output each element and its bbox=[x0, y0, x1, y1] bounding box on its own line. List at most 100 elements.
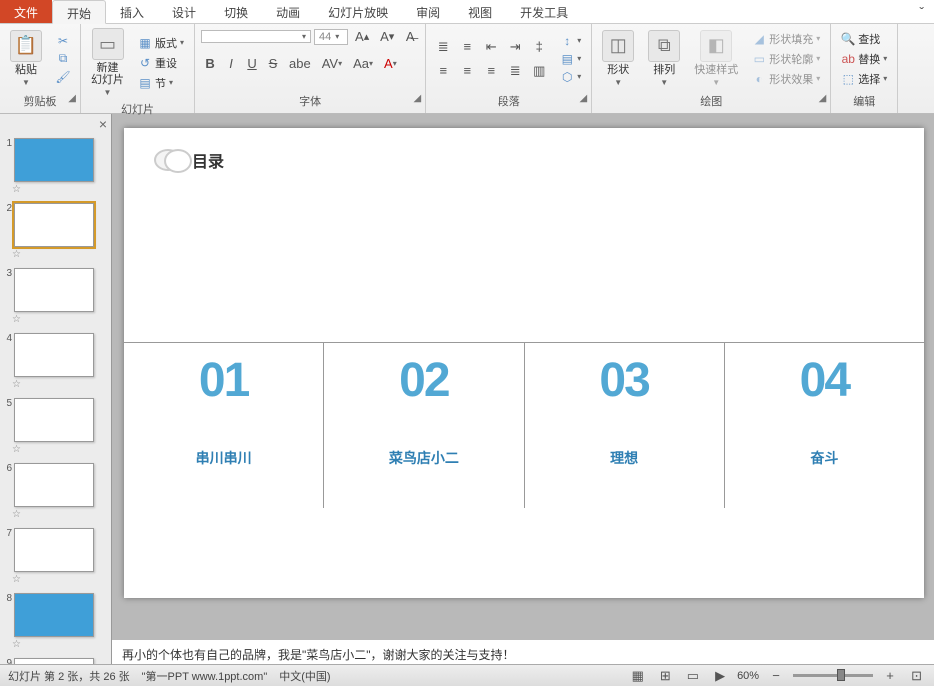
tab-file[interactable]: 文件 bbox=[0, 0, 52, 23]
thumbnail-preview[interactable] bbox=[14, 463, 94, 507]
tab-insert[interactable]: 插入 bbox=[106, 0, 158, 23]
shrink-font-button[interactable]: A▾ bbox=[376, 26, 398, 47]
toc-section[interactable]: 01串川串川 bbox=[124, 343, 324, 508]
toc-section[interactable]: 03理想 bbox=[525, 343, 725, 508]
thumbnail-preview[interactable] bbox=[14, 528, 94, 572]
tab-developer[interactable]: 开发工具 bbox=[506, 0, 582, 23]
tab-home[interactable]: 开始 bbox=[52, 0, 106, 24]
dialog-launcher-icon[interactable]: ◢ bbox=[819, 93, 827, 104]
ribbon-minimize-icon[interactable]: ˇ bbox=[915, 4, 928, 20]
new-slide-button[interactable]: ▭ 新建 幻灯片 ▼ bbox=[87, 26, 128, 99]
font-size-combo[interactable]: 44▾ bbox=[314, 29, 348, 45]
text-direction-button[interactable]: ↕▾ bbox=[556, 33, 585, 49]
replace-button[interactable]: ab替换▾ bbox=[837, 50, 891, 68]
thumbnail-panel[interactable]: × 1☆2☆3☆4☆5☆6☆7☆8☆9☆ bbox=[0, 114, 112, 664]
slide-title[interactable]: 目录 bbox=[192, 148, 224, 172]
thumbnail-item[interactable]: 7 bbox=[0, 524, 111, 574]
copy-button[interactable]: ⧉ bbox=[52, 51, 74, 67]
shape-outline-button[interactable]: ▭形状轮廓▾ bbox=[748, 50, 824, 68]
zoom-out-button[interactable]: − bbox=[767, 665, 785, 686]
animation-indicator-icon[interactable]: ☆ bbox=[12, 249, 111, 260]
dialog-launcher-icon[interactable]: ◢ bbox=[580, 93, 588, 104]
bullets-button[interactable]: ≣ bbox=[432, 36, 454, 58]
numbering-button[interactable]: ≡ bbox=[456, 36, 478, 58]
tab-transitions[interactable]: 切换 bbox=[210, 0, 262, 23]
strike-button[interactable]: S bbox=[264, 53, 282, 74]
clear-format-button[interactable]: A̶ bbox=[401, 26, 419, 47]
animation-indicator-icon[interactable]: ☆ bbox=[12, 184, 111, 195]
dialog-launcher-icon[interactable]: ◢ bbox=[68, 93, 76, 104]
smartart-button[interactable]: ⬡▾ bbox=[556, 69, 585, 85]
thumbnail-item[interactable]: 5 bbox=[0, 394, 111, 444]
notes-pane[interactable]: 再小的个体也有自己的品牌，我是"菜鸟店小二"，谢谢大家的关注与支持！ bbox=[112, 636, 934, 664]
font-color-button[interactable]: A▾ bbox=[380, 53, 401, 74]
zoom-level[interactable]: 60% bbox=[737, 670, 759, 682]
underline-button[interactable]: U bbox=[243, 53, 261, 74]
decrease-indent-button[interactable]: ⇤ bbox=[480, 36, 502, 58]
normal-view-button[interactable]: ▦ bbox=[628, 665, 648, 687]
thumbnail-item[interactable]: 8 bbox=[0, 589, 111, 639]
sorter-view-button[interactable]: ⊞ bbox=[656, 665, 675, 687]
shadow-button[interactable]: abe bbox=[285, 53, 315, 74]
align-center-button[interactable]: ≡ bbox=[456, 60, 478, 82]
fit-button[interactable]: ⊡ bbox=[907, 665, 926, 687]
thumbnail-preview[interactable] bbox=[14, 658, 94, 664]
align-text-button[interactable]: ▤▾ bbox=[556, 51, 585, 67]
format-painter-button[interactable]: 🖌 bbox=[52, 69, 74, 85]
reset-button[interactable]: ↺重设 bbox=[134, 54, 188, 72]
thumbnail-preview[interactable] bbox=[14, 268, 94, 312]
zoom-thumb[interactable] bbox=[837, 669, 845, 681]
dialog-launcher-icon[interactable]: ◢ bbox=[414, 93, 422, 104]
shapes-button[interactable]: ◫形状▼ bbox=[598, 28, 638, 89]
find-button[interactable]: 🔍查找 bbox=[837, 30, 891, 48]
thumbnail-item[interactable]: 3 bbox=[0, 264, 111, 314]
thumbnail-item[interactable]: 4 bbox=[0, 329, 111, 379]
thumbnail-item[interactable]: 9 bbox=[0, 654, 111, 664]
grow-font-button[interactable]: A▴ bbox=[351, 26, 373, 47]
zoom-in-button[interactable]: + bbox=[881, 665, 899, 686]
shape-effects-button[interactable]: ◐形状效果▾ bbox=[748, 70, 824, 88]
animation-indicator-icon[interactable]: ☆ bbox=[12, 379, 111, 390]
change-case-button[interactable]: Aa▾ bbox=[349, 53, 377, 74]
char-spacing-button[interactable]: AV▾ bbox=[318, 53, 346, 74]
tab-view[interactable]: 视图 bbox=[454, 0, 506, 23]
thumbnail-item[interactable]: 1 bbox=[0, 134, 111, 184]
increase-indent-button[interactable]: ⇥ bbox=[504, 36, 526, 58]
shape-fill-button[interactable]: ◢形状填充▾ bbox=[748, 30, 824, 48]
toc-section[interactable]: 02菜鸟店小二 bbox=[324, 343, 524, 508]
thumbnail-preview[interactable] bbox=[14, 203, 94, 247]
canvas-area[interactable]: 目录 01串川串川02菜鸟店小二03理想04奋斗 bbox=[112, 114, 934, 636]
tab-review[interactable]: 审阅 bbox=[402, 0, 454, 23]
align-left-button[interactable]: ≡ bbox=[432, 60, 454, 82]
paste-button[interactable]: 📋 粘贴 ▼ bbox=[6, 28, 46, 89]
tab-design[interactable]: 设计 bbox=[158, 0, 210, 23]
section-button[interactable]: ▤节▾ bbox=[134, 74, 188, 92]
bold-button[interactable]: B bbox=[201, 53, 219, 74]
animation-indicator-icon[interactable]: ☆ bbox=[12, 574, 111, 585]
reading-view-button[interactable]: ▭ bbox=[683, 665, 703, 687]
toc-section[interactable]: 04奋斗 bbox=[725, 343, 924, 508]
slide-canvas[interactable]: 目录 01串川串川02菜鸟店小二03理想04奋斗 bbox=[124, 128, 924, 598]
thumbnail-item[interactable]: 6 bbox=[0, 459, 111, 509]
justify-button[interactable]: ≣ bbox=[504, 60, 526, 82]
thumbnail-preview[interactable] bbox=[14, 333, 94, 377]
font-family-combo[interactable]: ▾ bbox=[201, 30, 311, 43]
thumbnail-preview[interactable] bbox=[14, 138, 94, 182]
columns-button[interactable]: ▥ bbox=[528, 60, 550, 82]
language-indicator[interactable]: 中文(中国) bbox=[279, 668, 330, 684]
thumbnail-preview[interactable] bbox=[14, 593, 94, 637]
quick-styles-button[interactable]: ◧快速样式▼ bbox=[690, 28, 742, 89]
line-spacing-button[interactable]: ‡ bbox=[528, 36, 550, 58]
tab-slideshow[interactable]: 幻灯片放映 bbox=[314, 0, 402, 23]
slideshow-view-button[interactable]: ▶ bbox=[711, 665, 729, 687]
zoom-slider[interactable] bbox=[793, 674, 873, 677]
animation-indicator-icon[interactable]: ☆ bbox=[12, 444, 111, 455]
layout-button[interactable]: ▦版式▾ bbox=[134, 34, 188, 52]
thumbnail-preview[interactable] bbox=[14, 398, 94, 442]
arrange-button[interactable]: ⧉排列▼ bbox=[644, 28, 684, 89]
tab-animations[interactable]: 动画 bbox=[262, 0, 314, 23]
animation-indicator-icon[interactable]: ☆ bbox=[12, 509, 111, 520]
animation-indicator-icon[interactable]: ☆ bbox=[12, 639, 111, 650]
cut-button[interactable]: ✂ bbox=[52, 33, 74, 49]
thumbnail-item[interactable]: 2 bbox=[0, 199, 111, 249]
